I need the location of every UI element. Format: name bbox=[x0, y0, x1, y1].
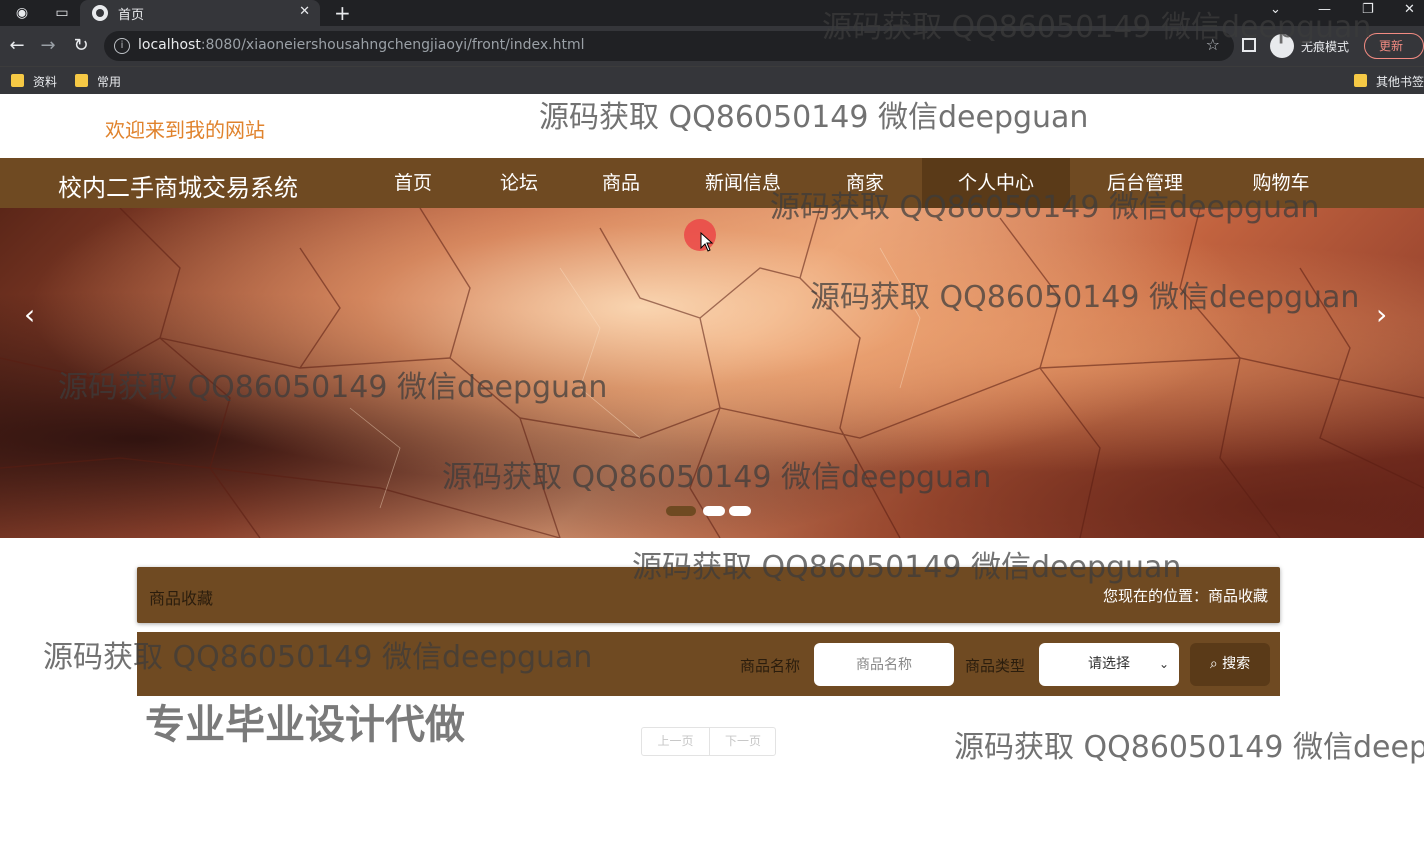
nav-cart[interactable]: 购物车 bbox=[1236, 158, 1326, 208]
next-page-button[interactable]: 下一页 bbox=[709, 728, 776, 755]
product-name-label: 商品名称 bbox=[740, 657, 801, 675]
folder-icon bbox=[75, 74, 88, 87]
restore-icon[interactable]: ❐ bbox=[1362, 2, 1374, 17]
new-tab-icon[interactable]: + bbox=[334, 1, 351, 25]
globe-icon[interactable]: ◉ bbox=[12, 3, 32, 23]
search-bar: 商品名称 商品类型 请选择 ⌄ ⌕ 搜索 bbox=[137, 632, 1280, 696]
site-brand[interactable]: 校内二手商城交易系统 bbox=[58, 168, 298, 203]
close-tab-icon[interactable]: ✕ bbox=[299, 4, 310, 19]
main-nav: 校内二手商城交易系统 首页 论坛 商品 新闻信息 商家 个人中心 后台管理 购物… bbox=[0, 158, 1424, 208]
close-window-icon[interactable]: ✕ bbox=[1404, 2, 1415, 17]
bookmark-label: 常用 bbox=[97, 75, 122, 89]
side-panel-icon[interactable] bbox=[1242, 38, 1256, 52]
folder-icon bbox=[1354, 74, 1367, 87]
chevron-down-icon[interactable]: ⌄ bbox=[1270, 2, 1281, 17]
carousel-dot[interactable] bbox=[703, 506, 725, 516]
update-button[interactable]: 更新 bbox=[1364, 33, 1424, 59]
search-icon: ⌕ bbox=[1209, 656, 1218, 672]
page: ◉ ▭ 首页 ✕ + ⌄ — ❐ ✕ ← → ↻ i localhost:808… bbox=[0, 0, 1424, 848]
site-header: 欢迎来到我的网站 bbox=[0, 94, 1424, 158]
nav-forum[interactable]: 论坛 bbox=[484, 158, 554, 208]
reload-icon[interactable]: ↻ bbox=[69, 34, 93, 58]
breadcrumb: 商品收藏 您现在的位置：商品收藏 bbox=[137, 567, 1280, 623]
bookmark-star-icon[interactable]: ☆ bbox=[1206, 35, 1220, 54]
page-title: 商品收藏 bbox=[149, 589, 214, 608]
search-button-label: 搜索 bbox=[1222, 656, 1251, 672]
product-type-value: 请选择 bbox=[1088, 656, 1130, 672]
breadcrumb-location: 您现在的位置：商品收藏 bbox=[1102, 587, 1268, 605]
welcome-text: 欢迎来到我的网站 bbox=[105, 118, 265, 142]
promo-overlay-text: 专业毕业设计代做 bbox=[145, 702, 465, 748]
chevron-down-icon: ⌄ bbox=[1158, 657, 1169, 671]
tab-favicon-icon bbox=[92, 5, 108, 21]
tab-title: 首页 bbox=[118, 8, 145, 23]
nav-products[interactable]: 商品 bbox=[586, 158, 656, 208]
carousel-prev-icon[interactable]: ‹ bbox=[24, 298, 35, 331]
mouse-cursor-icon bbox=[700, 232, 714, 252]
nav-merchants[interactable]: 商家 bbox=[830, 158, 900, 208]
search-button[interactable]: ⌕ 搜索 bbox=[1190, 643, 1270, 686]
pagination: 上一页 下一页 bbox=[641, 727, 776, 756]
incognito-icon bbox=[1270, 34, 1294, 58]
forward-icon[interactable]: → bbox=[36, 34, 60, 58]
nav-home[interactable]: 首页 bbox=[378, 158, 448, 208]
url-text[interactable]: localhost:8080/xiaoneiershousahngchengji… bbox=[138, 37, 585, 53]
nav-personal-center[interactable]: 个人中心 bbox=[922, 158, 1070, 208]
product-type-label: 商品类型 bbox=[965, 657, 1026, 675]
folder-icon bbox=[11, 74, 24, 87]
product-name-input[interactable] bbox=[814, 643, 954, 686]
nav-admin[interactable]: 后台管理 bbox=[1090, 158, 1200, 208]
browser-toolbar: ← → ↻ i localhost:8080/xiaoneiershousahn… bbox=[0, 26, 1424, 66]
product-type-select[interactable]: 请选择 ⌄ bbox=[1039, 643, 1179, 686]
banner-carousel[interactable]: ‹ › bbox=[0, 208, 1424, 538]
banner-texture bbox=[0, 208, 1424, 538]
info-icon[interactable]: i bbox=[114, 38, 130, 54]
bookmark-label: 其他书签 bbox=[1376, 75, 1424, 89]
watermark-text: 源码获取 QQ86050149 微信deepguan bbox=[954, 730, 1424, 765]
address-bar[interactable]: i localhost:8080/xiaoneiershousahngcheng… bbox=[104, 31, 1234, 61]
bookmark-label: 资料 bbox=[33, 75, 58, 89]
url-host: localhost bbox=[138, 37, 201, 53]
bookmarks-bar: 资料 常用 其他书签 bbox=[0, 66, 1424, 94]
url-path: :8080/xiaoneiershousahngchengjiaoyi/fron… bbox=[200, 37, 585, 53]
incognito-label: 无痕模式 bbox=[1301, 40, 1350, 54]
carousel-next-icon[interactable]: › bbox=[1376, 298, 1387, 331]
tab-strip-icon[interactable]: ▭ bbox=[52, 3, 72, 23]
carousel-dot[interactable] bbox=[666, 506, 696, 516]
back-icon[interactable]: ← bbox=[5, 34, 29, 58]
prev-page-button[interactable]: 上一页 bbox=[642, 728, 709, 755]
minimize-icon[interactable]: — bbox=[1318, 2, 1331, 17]
carousel-dot[interactable] bbox=[729, 506, 751, 516]
browser-tab-bar: ◉ ▭ 首页 ✕ + ⌄ — ❐ ✕ bbox=[0, 0, 1424, 26]
nav-news[interactable]: 新闻信息 bbox=[688, 158, 798, 208]
browser-tab[interactable]: 首页 ✕ bbox=[80, 0, 320, 26]
